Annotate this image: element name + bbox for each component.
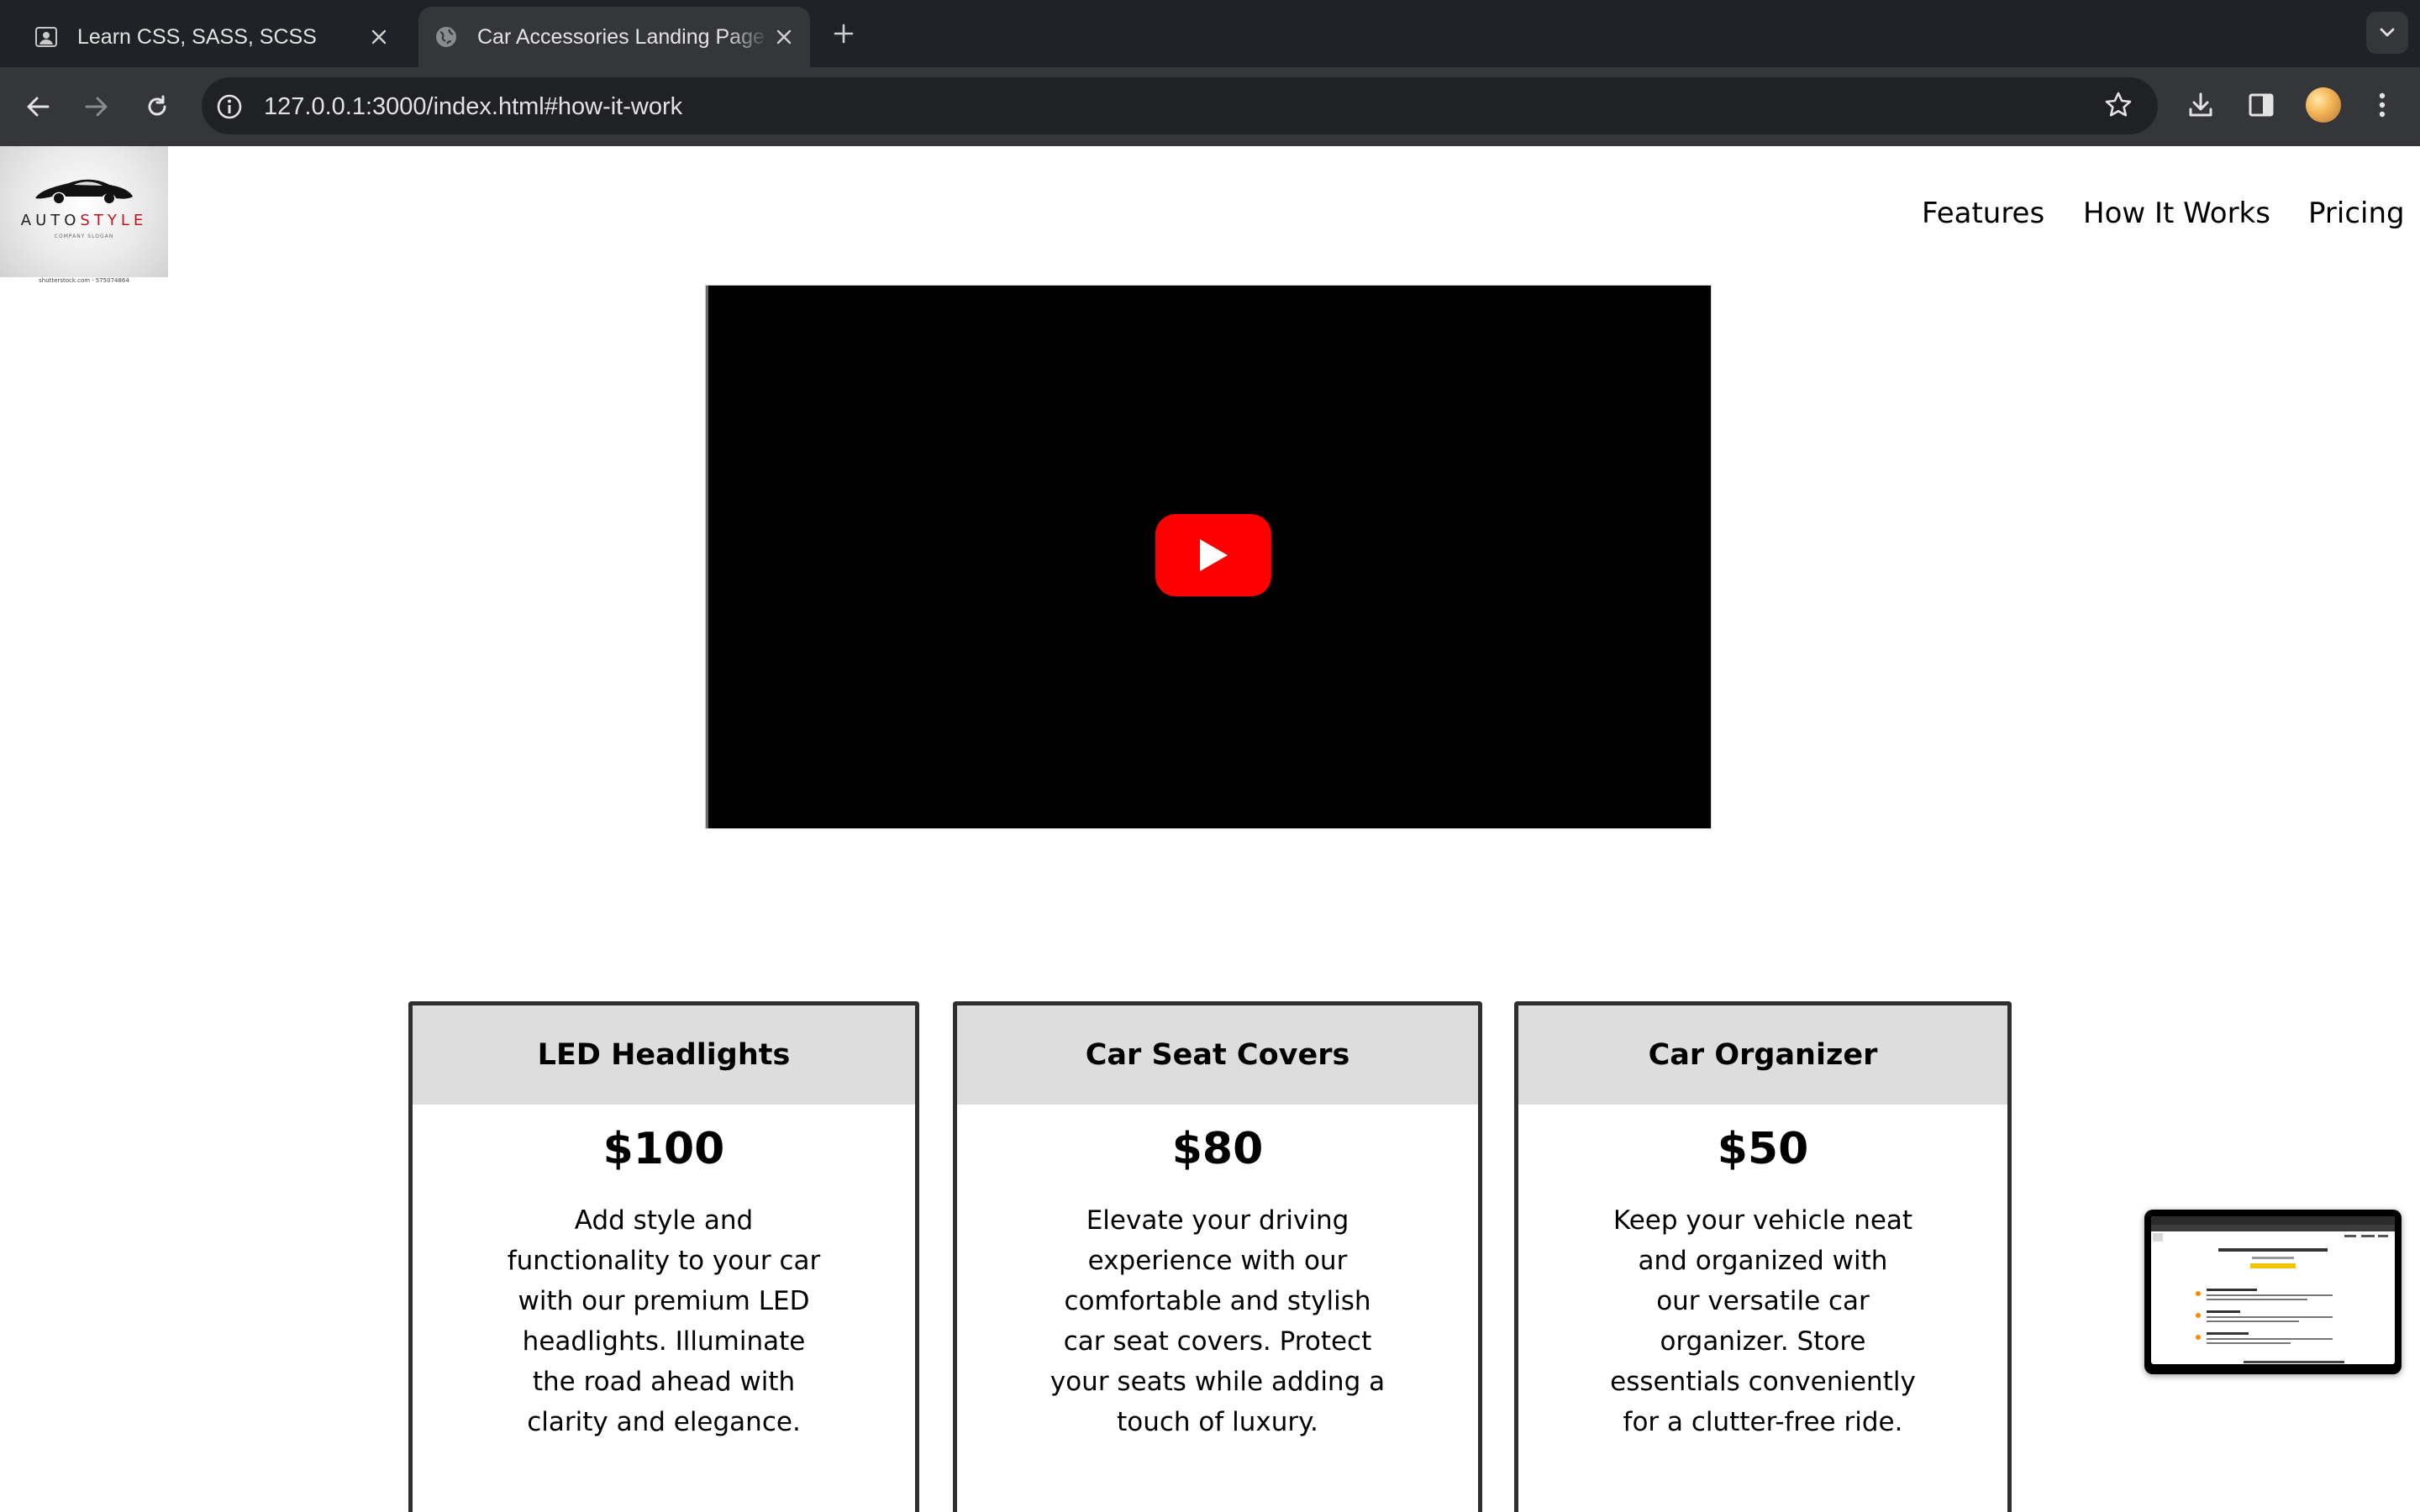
- reload-icon[interactable]: [138, 87, 176, 126]
- nav-link-how-it-works[interactable]: How It Works: [2083, 197, 2270, 230]
- forward-arrow-icon[interactable]: [77, 87, 116, 126]
- car-silhouette-icon: [35, 179, 133, 203]
- card-description: Elevate your driving experience with our…: [1050, 1205, 1386, 1437]
- kebab-menu-icon[interactable]: [2363, 86, 2402, 124]
- url-text[interactable]: 127.0.0.1:3000/index.html#how-it-work: [264, 91, 682, 123]
- card-title: Car Organizer: [1518, 1005, 2007, 1105]
- video-embed[interactable]: [706, 286, 1711, 828]
- card-price: $100: [602, 1124, 725, 1174]
- side-panel-icon[interactable]: [2242, 86, 2281, 124]
- nav-link-pricing[interactable]: Pricing: [2308, 197, 2405, 230]
- thumbnail-preview: [2151, 1216, 2395, 1364]
- tab-search-chevron-icon[interactable]: [2366, 12, 2408, 54]
- card-title: LED Headlights: [413, 1005, 915, 1105]
- logo-tagline: COMPANY SLOGAN: [54, 234, 114, 239]
- pricing-card-car-organizer: Car Organizer $50 Keep your vehicle neat…: [1514, 1001, 2012, 1512]
- nav-link-features[interactable]: Features: [1922, 197, 2044, 230]
- back-arrow-icon[interactable]: [18, 87, 57, 126]
- bookmark-star-icon[interactable]: [2099, 86, 2138, 124]
- pricing-card-led-headlights: LED Headlights $100 Add style and functi…: [408, 1001, 919, 1512]
- tab-title: Learn CSS, SASS, SCSS: [77, 24, 317, 49]
- person-card-icon: [34, 24, 59, 50]
- pricing-card-car-seat-covers: Car Seat Covers $80 Elevate your driving…: [953, 1001, 1482, 1512]
- card-title: Car Seat Covers: [957, 1005, 1478, 1105]
- tab-car-accessories[interactable]: Car Accessories Landing Page: [418, 7, 810, 67]
- card-price: $50: [1717, 1124, 1809, 1174]
- tab-learn-css[interactable]: Learn CSS, SASS, SCSS: [18, 7, 405, 67]
- globe-icon: [434, 24, 459, 50]
- card-description: Add style and functionality to your car …: [507, 1205, 821, 1437]
- card-price: $80: [1171, 1124, 1264, 1174]
- close-icon[interactable]: [770, 23, 798, 51]
- youtube-play-icon[interactable]: [1155, 514, 1271, 596]
- card-description: Keep your vehicle neat and organized wit…: [1610, 1205, 1916, 1437]
- page-viewport: AUTOSTYLE COMPANY SLOGAN shutterstock.co…: [0, 146, 2420, 1512]
- site-info-icon[interactable]: [212, 89, 247, 124]
- thumbnail-page-graphic: [2151, 1216, 2395, 1363]
- tab-strip: Learn CSS, SASS, SCSS Car Accessories La…: [0, 0, 2420, 67]
- tab-title: Car Accessories Landing Page: [477, 24, 765, 49]
- close-icon[interactable]: [365, 23, 393, 51]
- new-tab-plus-icon[interactable]: [827, 17, 860, 50]
- profile-avatar[interactable]: [2306, 87, 2341, 123]
- autostyle-logo[interactable]: AUTOSTYLE COMPANY SLOGAN shutterstock.co…: [0, 146, 168, 284]
- download-icon[interactable]: [2181, 86, 2220, 124]
- logo-wordmark: AUTOSTYLE: [20, 212, 148, 229]
- logo-credit: shutterstock.com · 575074864: [39, 277, 129, 284]
- screenshot-thumbnail[interactable]: [2144, 1210, 2402, 1374]
